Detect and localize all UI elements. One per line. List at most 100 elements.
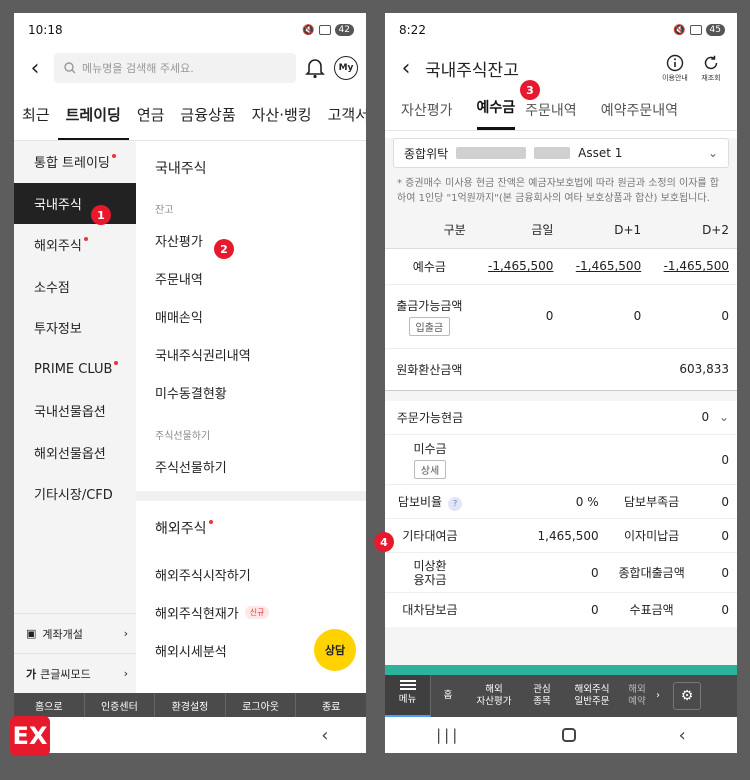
gear-icon: ⚙ [673, 682, 701, 710]
menu-item-overseas-price[interactable]: 해외주식현재가 신규 [155, 593, 366, 631]
account-selector[interactable]: 종합위탁 Asset 1 ⌄ [393, 138, 729, 168]
unpaid-detail-button[interactable]: 상세 [413, 460, 447, 479]
section-title-domestic: 국내주식 [155, 161, 207, 177]
chevron-right-icon: › [123, 667, 128, 680]
status-icons: 🔇 45 [673, 24, 725, 36]
sidebar-item-domestic-futures[interactable]: 국내선물옵션 [14, 390, 136, 432]
tab-deposit[interactable]: 예수금 [476, 97, 516, 130]
order-cash-table: 주문가능현금 0 ⌄ 미수금 상세 0 담보비율? 0 % 담보부족금 0 기타대… [385, 400, 737, 627]
android-nav-bar: ||| ‹ [385, 717, 737, 753]
my-button[interactable]: My [334, 56, 358, 80]
new-dot-icon [114, 361, 119, 366]
table-row: 미상환 융자금 0 종합대출금액 0 [385, 553, 737, 593]
tab-customer[interactable]: 고객서 [320, 89, 366, 140]
footer-exit[interactable]: 종료 [296, 693, 366, 717]
table-header: 구분 금일 D+1 D+2 [385, 212, 737, 249]
menu-item-asset-evaluation[interactable]: 자산평가 [155, 221, 366, 259]
sidebar-item-domestic-stock[interactable]: 국내주식 [14, 182, 136, 224]
table-row-krw-converted: 원화환산금액 603,833 [385, 348, 737, 390]
divider [136, 491, 366, 501]
menu-button[interactable]: 메뉴 [385, 675, 431, 717]
quick-overseas-reserve[interactable]: 해외 예약 [623, 675, 651, 717]
signal-icon [689, 25, 702, 35]
table-row: 담보비율? 0 % 담보부족금 0 [385, 485, 737, 519]
footer-auth-center[interactable]: 인증센터 [85, 693, 156, 717]
quick-home[interactable]: 홈 [431, 675, 465, 717]
search-placeholder: 메뉴명을 검색해 주세요. [82, 62, 194, 75]
tab-trading[interactable]: 트레이딩 [57, 89, 129, 140]
logo-tagline: More Better IT Life [56, 718, 131, 727]
tab-reserved-orders[interactable]: 예약주문내역 [601, 100, 688, 130]
menu-item-overseas-start[interactable]: 해외주식시작하기 [155, 555, 366, 593]
sidebar-item-overseas-stock[interactable]: 해외주식 [14, 224, 136, 266]
status-bar: 8:22 🔇 45 [385, 13, 737, 47]
menu-item-freeze-status[interactable]: 미수동결현황 [155, 373, 366, 411]
quick-overseas-order[interactable]: 해외주식 일반주문 [561, 675, 623, 717]
back-nav-icon[interactable]: ‹ [321, 725, 328, 746]
deposit-protection-note: * 증권매수 미사용 현금 잔액은 예금자보호법에 따라 원금과 소정의 이자를… [397, 178, 719, 204]
new-badge: 신규 [244, 605, 270, 619]
section-title-overseas: 해외주식 [155, 501, 366, 555]
help-icon[interactable]: ? [448, 496, 463, 511]
search-icon [64, 62, 76, 74]
signal-icon [318, 25, 331, 35]
teal-strip [385, 665, 737, 675]
status-time: 10:18 [28, 23, 63, 37]
masked-account-number [456, 147, 527, 159]
refresh-button[interactable]: 재조회 [693, 54, 729, 83]
menu-search-input[interactable]: 메뉴명을 검색해 주세요. [54, 53, 296, 83]
sidebar-item-prime-club[interactable]: PRIME CLUB [14, 349, 136, 391]
sidebar-item-overseas-futures[interactable]: 해외선물옵션 [14, 432, 136, 474]
deposit-withdraw-button[interactable]: 입출금 [408, 316, 451, 336]
new-dot-icon [208, 520, 213, 524]
mute-icon: 🔇 [673, 24, 686, 36]
menu-item-rights-history[interactable]: 국내주식권리내역 [155, 335, 366, 373]
new-dot-icon [111, 153, 116, 158]
recent-apps-icon[interactable]: ||| [436, 726, 460, 744]
step-marker-2: 2 [214, 239, 234, 259]
sidebar-item-fractional[interactable]: 소수점 [14, 266, 136, 308]
bottom-menu-bar: 메뉴 홈 해외 자산평가 관심 종목 해외주식 일반주문 해외 예약 › ⚙ [385, 675, 737, 717]
tab-order-history[interactable]: 주문내역 [525, 100, 587, 130]
back-arrow-icon[interactable]: ‹ [393, 56, 419, 81]
menu-item-order-history[interactable]: 주문내역 [155, 259, 366, 297]
tab-recent[interactable]: 최근 [14, 89, 58, 140]
tab-asset-evaluation[interactable]: 자산평가 [401, 100, 463, 130]
tab-asset-banking[interactable]: 자산·뱅킹 [244, 89, 320, 140]
step-marker-4: 4 [374, 532, 394, 552]
table-row: 기타대여금 1,465,500 이자미납금 0 [385, 519, 737, 553]
chevron-right-icon: › [123, 627, 128, 640]
sidebar-item-other-market[interactable]: 기타시장/CFD [14, 473, 136, 515]
home-nav-icon[interactable] [562, 728, 577, 742]
open-account-button[interactable]: ▣ 계좌개설 › [14, 613, 136, 653]
group-title-balance: 잔고 [155, 204, 174, 216]
tab-financial-products[interactable]: 금융상품 [172, 89, 243, 140]
sidebar-bottom: ▣ 계좌개설 › 가 큰글씨모드 › [14, 613, 136, 693]
menu-item-trading-pnl[interactable]: 매매손익 [155, 297, 366, 335]
chevron-right-icon[interactable]: › [651, 675, 665, 717]
account-type: 종합위탁 [404, 146, 449, 161]
settings-button[interactable]: ⚙ [665, 675, 709, 717]
battery-badge: 42 [334, 24, 354, 36]
logo-mark-icon: EX [10, 716, 50, 756]
bell-icon[interactable] [302, 57, 328, 79]
footer-settings[interactable]: 환경설정 [155, 693, 226, 717]
mute-icon: 🔇 [302, 24, 315, 36]
menu-item-stock-gift[interactable]: 주식선물하기 [155, 447, 366, 485]
table-row-withdrawable: 출금가능금액 입출금 0 0 0 [385, 284, 737, 348]
back-nav-icon[interactable]: ‹ [679, 725, 686, 746]
footer-home[interactable]: 홈으로 [14, 693, 85, 717]
guide-button[interactable]: 이용안내 [657, 54, 693, 83]
quick-watchlist[interactable]: 관심 종목 [523, 675, 561, 717]
large-font-mode-button[interactable]: 가 큰글씨모드 › [14, 653, 136, 693]
quick-overseas-asset[interactable]: 해외 자산평가 [465, 675, 523, 717]
sidebar-item-integrated-trading[interactable]: 통합 트레이딩 [14, 141, 136, 183]
back-arrow-icon[interactable]: ‹ [22, 56, 48, 81]
table-row-order-cash[interactable]: 주문가능현금 0 ⌄ [385, 401, 737, 435]
counsel-button[interactable]: 상담 [314, 629, 356, 671]
footer-logout[interactable]: 로그아웃 [226, 693, 297, 717]
status-bar: 10:18 🔇 42 [14, 13, 366, 47]
sidebar-item-investment-info[interactable]: 투자정보 [14, 307, 136, 349]
tab-pension[interactable]: 연금 [129, 89, 173, 140]
table-row-deposit: 예수금 -1,465,500 -1,465,500 -1,465,500 [385, 248, 737, 284]
